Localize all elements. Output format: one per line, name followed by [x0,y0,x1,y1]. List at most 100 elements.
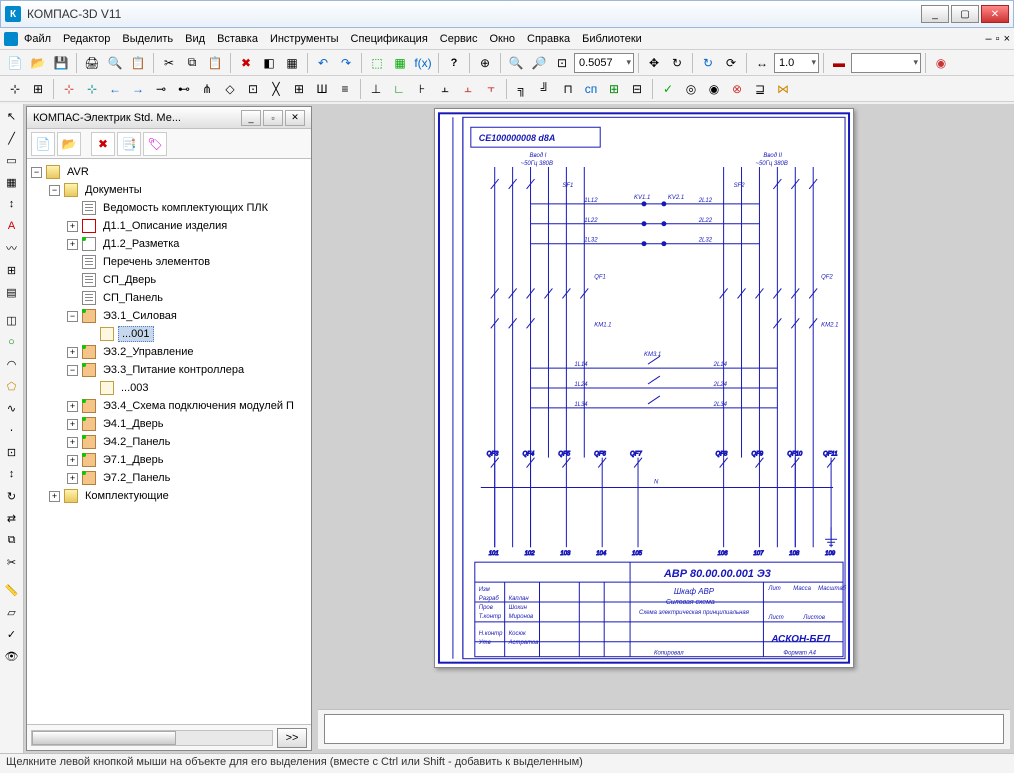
snap-h-icon[interactable]: Ш [311,78,333,100]
menu-insert[interactable]: Вставка [211,31,264,47]
trim-icon[interactable]: ✂ [2,552,22,572]
help-icon[interactable]: ? [443,52,465,74]
panel-close-icon[interactable]: ✕ [285,110,305,126]
el-e-icon[interactable]: ⊞ [603,78,625,100]
sel-icon[interactable]: ◫ [2,310,22,330]
snap-a-icon[interactable]: ⊸ [150,78,172,100]
dim-a-icon[interactable]: ⊥ [365,78,387,100]
h-scrollbar[interactable] [31,730,273,746]
ck-d-icon[interactable]: ⊗ [726,78,748,100]
check-icon[interactable]: ✓ [2,624,22,644]
tree-item[interactable]: Э7.2_Панель [100,471,173,485]
state-icon[interactable]: ◉ [930,52,952,74]
ck-e-icon[interactable]: ⊒ [749,78,771,100]
tree-item[interactable]: Э3.2_Управление [100,345,196,359]
menu-edit[interactable]: Редактор [57,31,116,47]
panel-min-icon[interactable]: _ [241,110,261,126]
paste-icon[interactable]: 📋 [204,52,226,74]
snap-d-icon[interactable]: ◇ [219,78,241,100]
move-icon[interactable]: ↕ [2,464,22,484]
undo-icon[interactable]: ↶ [312,52,334,74]
snap-c-icon[interactable]: ⋔ [196,78,218,100]
area-icon[interactable]: ▱ [2,602,22,622]
open-proj-icon[interactable]: 📂 [57,132,81,156]
menu-service[interactable]: Сервис [434,31,484,47]
hatch-icon[interactable]: ▦ [2,172,22,192]
ck-f-icon[interactable]: ⋈ [772,78,794,100]
table-icon[interactable]: ⊞ [2,260,22,280]
menu-spec[interactable]: Спецификация [345,31,434,47]
project-tree[interactable]: −AVR −Документы Ведомость комплектующих … [27,159,311,724]
snap-f-icon[interactable]: ╳ [265,78,287,100]
el-c-icon[interactable]: ⊓ [557,78,579,100]
tag-icon[interactable]: 🏷 [143,132,167,156]
menu-libraries[interactable]: Библиотеки [576,31,648,47]
snap-end-icon[interactable]: ⊹ [58,78,80,100]
new-proj-icon[interactable]: 📄 [31,132,55,156]
layer-icon[interactable]: ▬ [828,52,850,74]
new-icon[interactable]: 📄 [4,52,26,74]
el-d-icon[interactable]: сп [580,78,602,100]
cancel-icon[interactable]: ✖ [235,52,257,74]
layer-combo[interactable] [851,53,921,73]
step-combo[interactable]: 1.0 [774,53,819,73]
tree-sheet[interactable]: ...003 [118,381,152,395]
snap-mid-icon[interactable]: ⊹ [81,78,103,100]
menu-help[interactable]: Справка [521,31,576,47]
cut-icon[interactable]: ✂ [158,52,180,74]
snap-e-icon[interactable]: ⊡ [242,78,264,100]
fx-icon[interactable]: f(x) [412,52,434,74]
poly-icon[interactable]: ⬠ [2,376,22,396]
menu-window[interactable]: Окно [483,31,521,47]
zoom-out-icon[interactable]: 🔎 [528,52,550,74]
menu-view[interactable]: Вид [179,31,211,47]
tree-item[interactable]: Д1.1_Описание изделия [100,219,230,233]
tree-item[interactable]: Э7.1_Дверь [100,453,166,467]
zoom-fit-icon[interactable]: ⊕ [474,52,496,74]
rect-icon[interactable]: ▭ [2,150,22,170]
dim-f-icon[interactable]: ⫟ [480,78,502,100]
close-button[interactable]: ✕ [981,5,1009,23]
arc-icon[interactable]: ◠ [2,354,22,374]
back-icon[interactable]: ← [104,78,126,100]
point-icon[interactable]: ⋅ [2,420,22,440]
text-icon[interactable]: A [2,216,22,236]
el-a-icon[interactable]: ╗ [511,78,533,100]
tree-item[interactable]: Э3.1_Силовая [100,309,180,323]
dim-icon[interactable]: ↕ [2,194,22,214]
refresh-icon[interactable]: ↻ [697,52,719,74]
redo-icon[interactable]: ↷ [335,52,357,74]
step-icon[interactable]: ↔ [751,52,773,74]
maximize-button[interactable]: ▢ [951,5,979,23]
del-icon[interactable]: ✖ [91,132,115,156]
ck-c-icon[interactable]: ◉ [703,78,725,100]
curve-icon[interactable]: ∿ [2,398,22,418]
var-icon[interactable]: ▦ [389,52,411,74]
pan-icon[interactable]: ✥ [643,52,665,74]
circle-icon[interactable]: ○ [2,332,22,352]
line-icon[interactable]: ╱ [2,128,22,148]
open-icon[interactable]: 📂 [27,52,49,74]
ptr-icon[interactable]: ↖ [2,106,22,126]
el-f-icon[interactable]: ⊟ [626,78,648,100]
zoom-area-icon[interactable]: ⊡ [551,52,573,74]
copy-icon[interactable]: ⧉ [181,52,203,74]
tree-item[interactable]: Э4.1_Дверь [100,417,166,431]
dim-b-icon[interactable]: ∟ [388,78,410,100]
dim-e-icon[interactable]: ⫠ [457,78,479,100]
menu-file[interactable]: Файл [18,31,57,47]
mdi-restore-icon[interactable]: ▫ [996,33,1000,45]
rot-icon[interactable]: ↻ [2,486,22,506]
command-input[interactable] [324,714,1004,744]
save-icon[interactable]: 💾 [50,52,72,74]
tree-item[interactable]: Э3.3_Питание контроллера [100,363,247,377]
go-button[interactable]: >> [277,728,307,748]
doc-icon[interactable]: 📋 [127,52,149,74]
spline-icon[interactable]: 〰 [2,238,22,258]
grid-icon[interactable]: ⊞ [27,78,49,100]
view-icon[interactable]: 👁 [2,646,22,666]
add-doc-icon[interactable]: 📑 [117,132,141,156]
minimize-button[interactable]: _ [921,5,949,23]
fwd-icon[interactable]: → [127,78,149,100]
tree-item[interactable]: Перечень элементов [100,255,213,269]
